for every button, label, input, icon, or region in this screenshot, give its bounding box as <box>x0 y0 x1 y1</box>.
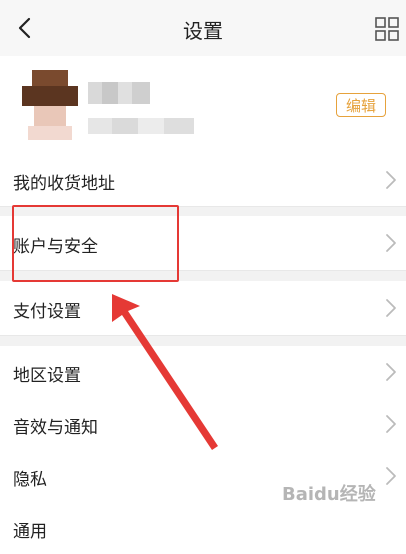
watermark: Baidu经验 <box>282 484 376 505</box>
pointer-arrow <box>112 294 218 450</box>
